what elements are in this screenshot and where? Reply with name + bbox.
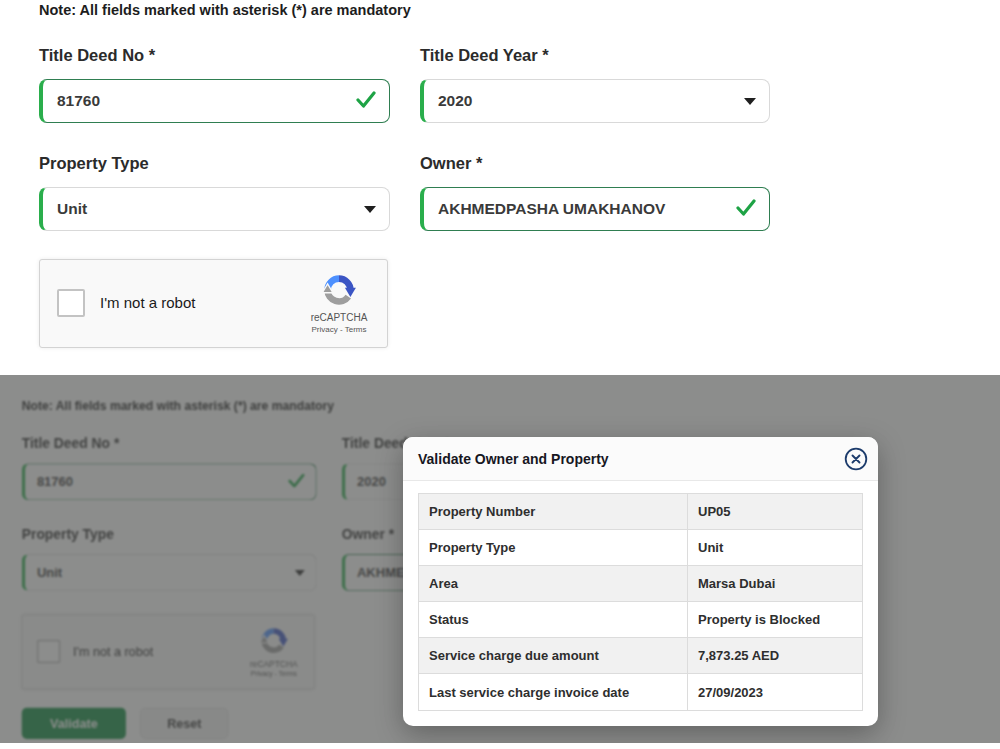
chevron-down-icon [744,98,756,105]
modal-title: Validate Owner and Property [418,451,609,467]
table-row: Last service charge invoice date 27/09/2… [419,674,862,710]
page-bottom [0,743,1000,749]
modal-header: Validate Owner and Property [403,437,878,481]
property-type-label: Property Type [39,154,149,173]
title-deed-no-label: Title Deed No * [39,46,155,65]
dimmed-background: Note: All fields marked with asterisk (*… [0,375,1000,743]
table-row: Property Number UP05 [419,494,862,530]
recaptcha-icon [320,272,358,310]
recaptcha-checkbox[interactable] [57,289,85,317]
valid-check-icon [736,199,756,220]
table-row: Service charge due amount 7,873.25 AED [419,638,862,674]
table-row: Status Property is Blocked [419,602,862,638]
property-details-table: Property Number UP05 Property Type Unit … [418,493,863,711]
recaptcha-privacy-terms[interactable]: Privacy - Terms [312,325,367,334]
owner-label: Owner * [420,154,482,173]
recaptcha-widget: I'm not a robot reCAPTCHA Privacy - Term… [39,259,388,348]
property-type-select[interactable]: Unit [39,187,390,231]
table-row: Property Type Unit [419,530,862,566]
mandatory-note: Note: All fields marked with asterisk (*… [39,2,411,18]
title-deed-year-select[interactable]: 2020 [420,79,770,123]
close-icon[interactable] [844,447,868,471]
chevron-down-icon [364,206,376,213]
valid-check-icon [356,91,376,112]
validation-form: Note: All fields marked with asterisk (*… [0,0,1000,420]
recaptcha-brand: reCAPTCHA [311,312,368,323]
table-row: Area Marsa Dubai [419,566,862,602]
validate-owner-property-modal: Validate Owner and Property Property Num… [403,437,878,726]
recaptcha-label: I'm not a robot [100,294,195,311]
owner-input[interactable]: AKHMEDPASHA UMAKHANOV [420,187,770,231]
title-deed-no-input[interactable]: 81760 [39,79,390,123]
title-deed-year-label: Title Deed Year * [420,46,549,65]
